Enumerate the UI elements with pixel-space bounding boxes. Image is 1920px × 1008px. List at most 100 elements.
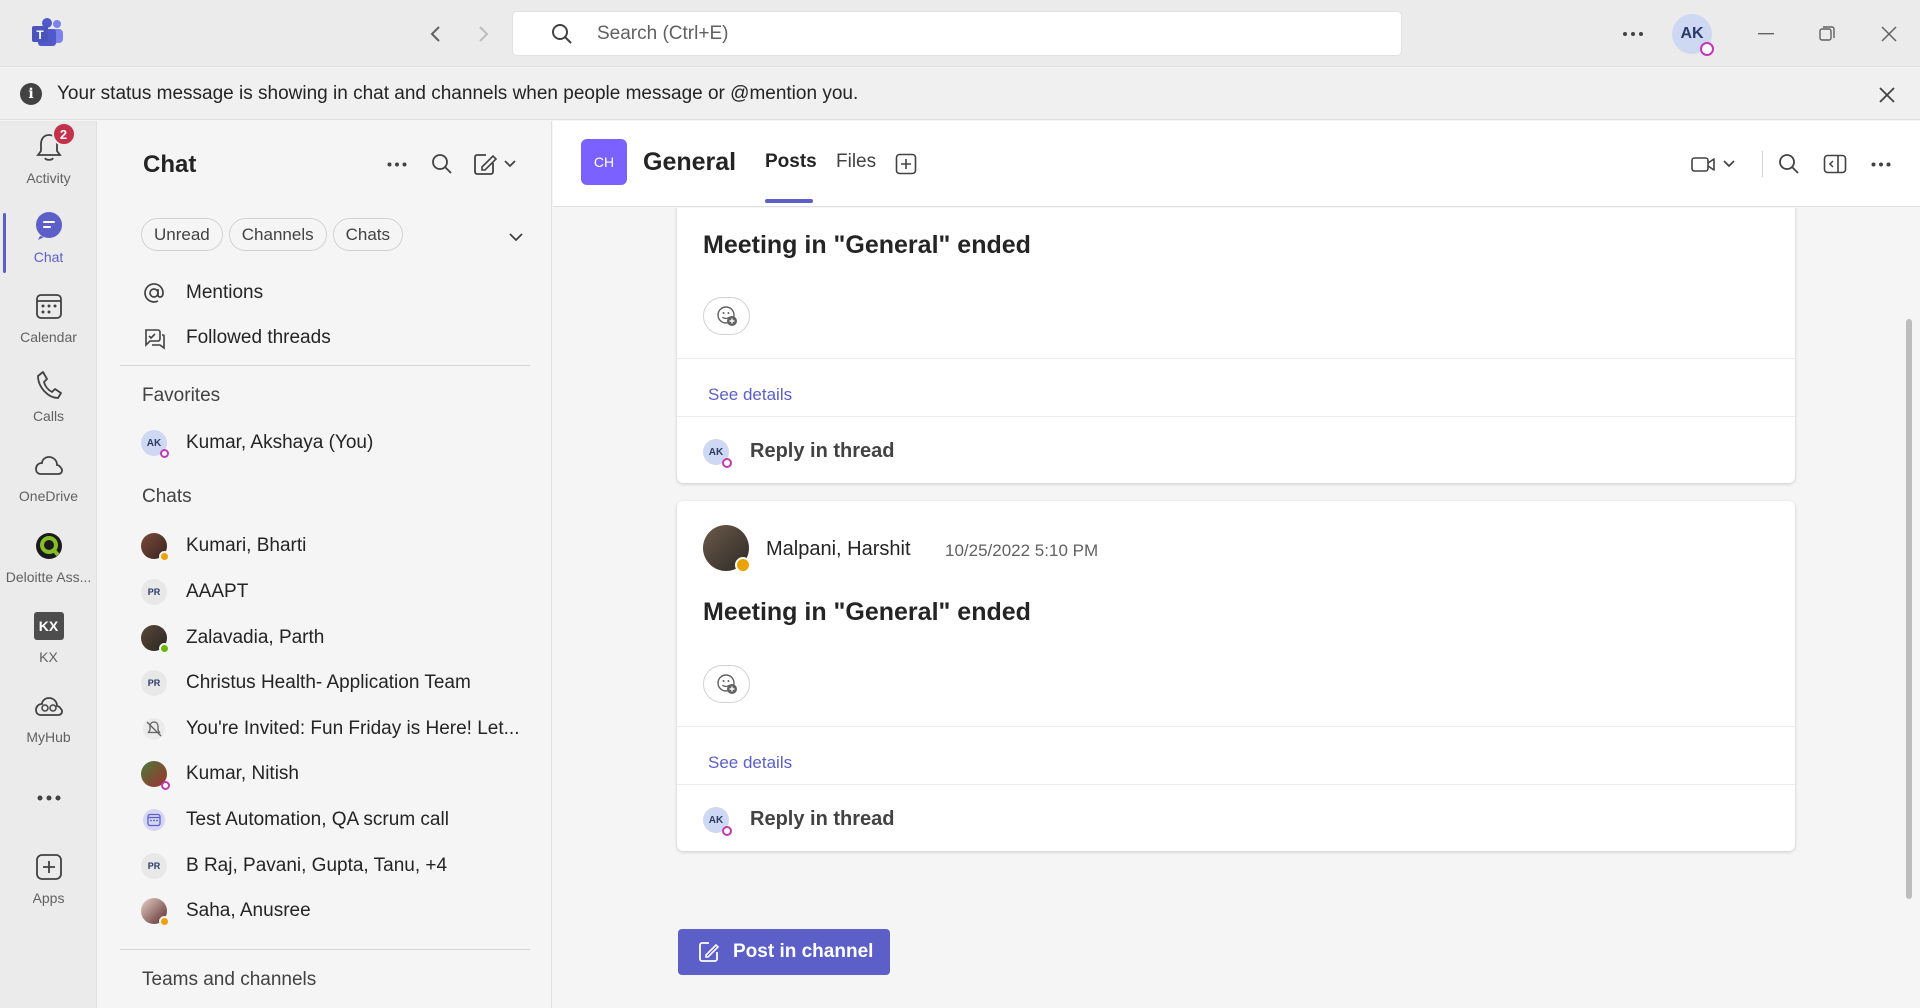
tab-files[interactable]: Files bbox=[836, 151, 876, 173]
channel-more-icon[interactable] bbox=[1864, 147, 1898, 181]
chat-item-favorite-self[interactable]: AK Kumar, Akshaya (You) bbox=[141, 423, 531, 463]
search-input[interactable] bbox=[597, 12, 1377, 55]
rail-item-chat[interactable]: Chat bbox=[0, 209, 97, 285]
filter-expand-chevron-icon[interactable] bbox=[504, 225, 528, 249]
meeting-calendar-icon bbox=[141, 807, 167, 833]
rail-label: Apps bbox=[32, 890, 65, 906]
rail-item-calls[interactable]: Calls bbox=[0, 368, 97, 444]
group-avatar: PR bbox=[141, 670, 167, 696]
avatar bbox=[141, 898, 170, 927]
add-reaction-button[interactable] bbox=[703, 297, 750, 335]
rail-label: MyHub bbox=[26, 729, 71, 745]
post-card: Malpani, Harshit 10/25/2022 5:10 PM Meet… bbox=[677, 501, 1795, 851]
forward-arrow-icon[interactable] bbox=[468, 19, 498, 49]
author-avatar[interactable] bbox=[703, 525, 751, 573]
see-details-link[interactable]: See details bbox=[708, 753, 792, 773]
group-avatar: PR bbox=[141, 579, 167, 605]
channel-view: CH General Posts Files Meeting in "Gener… bbox=[553, 121, 1920, 1008]
followed-threads-link[interactable]: Followed threads bbox=[141, 318, 531, 358]
rail-item-onedrive[interactable]: OneDrive bbox=[0, 448, 97, 524]
status-dot bbox=[722, 458, 732, 468]
filter-unread[interactable]: Unread bbox=[141, 218, 223, 251]
chat-item[interactable]: You're Invited: Fun Friday is Here! Let.… bbox=[141, 709, 531, 749]
rail-item-calendar[interactable]: Calendar bbox=[0, 289, 97, 365]
presence-away bbox=[159, 916, 170, 927]
info-icon: i bbox=[20, 83, 42, 105]
svg-text:T: T bbox=[36, 28, 44, 42]
meet-video-dropdown[interactable] bbox=[1687, 147, 1745, 181]
chat-name: Saha, Anusree bbox=[186, 900, 311, 921]
profile-initials: AK bbox=[1680, 25, 1704, 42]
avatar-initials: PR bbox=[141, 853, 167, 879]
rail-item-deloitte-assistant[interactable]: Deloitte Ass... bbox=[0, 529, 97, 605]
chat-item[interactable]: Test Automation, QA scrum call bbox=[141, 800, 531, 840]
chat-item[interactable]: PR B Raj, Pavani, Gupta, Tanu, +4 bbox=[141, 846, 531, 886]
emoji-add-icon bbox=[716, 674, 737, 694]
filter-channels[interactable]: Channels bbox=[228, 218, 327, 251]
chat-item[interactable]: Kumar, Nitish bbox=[141, 754, 531, 794]
favorites-header[interactable]: Favorites bbox=[142, 385, 220, 407]
deloitte-assistant-icon bbox=[32, 529, 66, 563]
rail-item-activity[interactable]: 2 Activity bbox=[0, 122, 97, 206]
chat-name: AAAPT bbox=[186, 581, 249, 602]
avatar bbox=[141, 625, 170, 654]
reply-in-thread-button[interactable]: Reply in thread bbox=[750, 440, 894, 463]
chats-header[interactable]: Chats bbox=[142, 486, 192, 508]
post-timestamp: 10/25/2022 5:10 PM bbox=[945, 541, 1099, 560]
rail-label: Calendar bbox=[20, 329, 77, 345]
chat-icon bbox=[32, 209, 66, 243]
chat-item[interactable]: Zalavadia, Parth bbox=[141, 618, 531, 658]
close-window-icon[interactable] bbox=[1874, 19, 1904, 49]
muted-bell-icon bbox=[141, 716, 167, 742]
reply-in-thread-button[interactable]: Reply in thread bbox=[750, 808, 894, 831]
channel-info-panel-icon[interactable] bbox=[1818, 147, 1852, 181]
rail-item-kx[interactable]: KX KX bbox=[0, 609, 97, 685]
chat-more-icon[interactable] bbox=[380, 147, 414, 181]
presence-away bbox=[159, 551, 170, 562]
back-arrow-icon[interactable] bbox=[421, 19, 451, 49]
see-details-link[interactable]: See details bbox=[708, 385, 792, 405]
mentions-link[interactable]: Mentions bbox=[141, 273, 531, 313]
emoji-add-icon bbox=[716, 306, 737, 326]
chat-search-icon[interactable] bbox=[425, 147, 459, 181]
chat-name: Test Automation, QA scrum call bbox=[186, 809, 449, 830]
rail-item-apps[interactable]: Apps bbox=[0, 850, 97, 926]
status-message-banner: i Your status message is showing in chat… bbox=[0, 68, 1920, 120]
chat-item[interactable]: PR Christus Health- Application Team bbox=[141, 663, 531, 703]
reply-avatar: AK bbox=[703, 439, 732, 468]
chat-item[interactable]: Kumari, Bharti bbox=[141, 526, 531, 566]
close-icon[interactable] bbox=[1872, 80, 1902, 110]
new-chat-button[interactable] bbox=[471, 147, 521, 181]
filter-chats[interactable]: Chats bbox=[332, 218, 404, 251]
row-label: Followed threads bbox=[186, 327, 331, 348]
channel-header: CH General Posts Files bbox=[553, 121, 1920, 207]
search-box[interactable] bbox=[512, 11, 1402, 56]
chat-item[interactable]: Saha, Anusree bbox=[141, 891, 531, 931]
reply-initials: AK bbox=[708, 446, 724, 458]
rail-label: Calls bbox=[32, 408, 65, 424]
rail-item-myhub[interactable]: MyHub bbox=[0, 689, 97, 765]
rail-label: KX bbox=[39, 649, 58, 665]
profile-avatar[interactable]: AK bbox=[1672, 14, 1714, 56]
avatar bbox=[141, 533, 170, 562]
teams-and-channels-header[interactable]: Teams and channels bbox=[142, 969, 316, 991]
status-dot bbox=[161, 781, 170, 790]
post-in-channel-button[interactable]: Post in channel bbox=[678, 929, 890, 975]
chat-item[interactable]: PR AAAPT bbox=[141, 572, 531, 612]
banner-text: Your status message is showing in chat a… bbox=[57, 83, 859, 104]
divider bbox=[677, 726, 1795, 727]
add-tab-icon[interactable] bbox=[889, 147, 923, 181]
scrollbar[interactable] bbox=[1906, 319, 1912, 899]
more-apps-button[interactable] bbox=[0, 781, 97, 821]
restore-icon[interactable] bbox=[1812, 19, 1842, 49]
avatar bbox=[141, 761, 170, 790]
teams-logo-icon[interactable]: T bbox=[30, 18, 66, 48]
channel-search-icon[interactable] bbox=[1772, 147, 1806, 181]
add-reaction-button[interactable] bbox=[703, 665, 750, 703]
post-title: Meeting in "General" ended bbox=[703, 231, 1031, 259]
settings-more-icon[interactable] bbox=[1618, 22, 1648, 46]
avatar-initials: PR bbox=[141, 579, 167, 605]
tab-posts[interactable]: Posts bbox=[765, 151, 817, 173]
author-name[interactable]: Malpani, Harshit bbox=[766, 538, 911, 561]
minimize-icon[interactable] bbox=[1751, 19, 1781, 49]
